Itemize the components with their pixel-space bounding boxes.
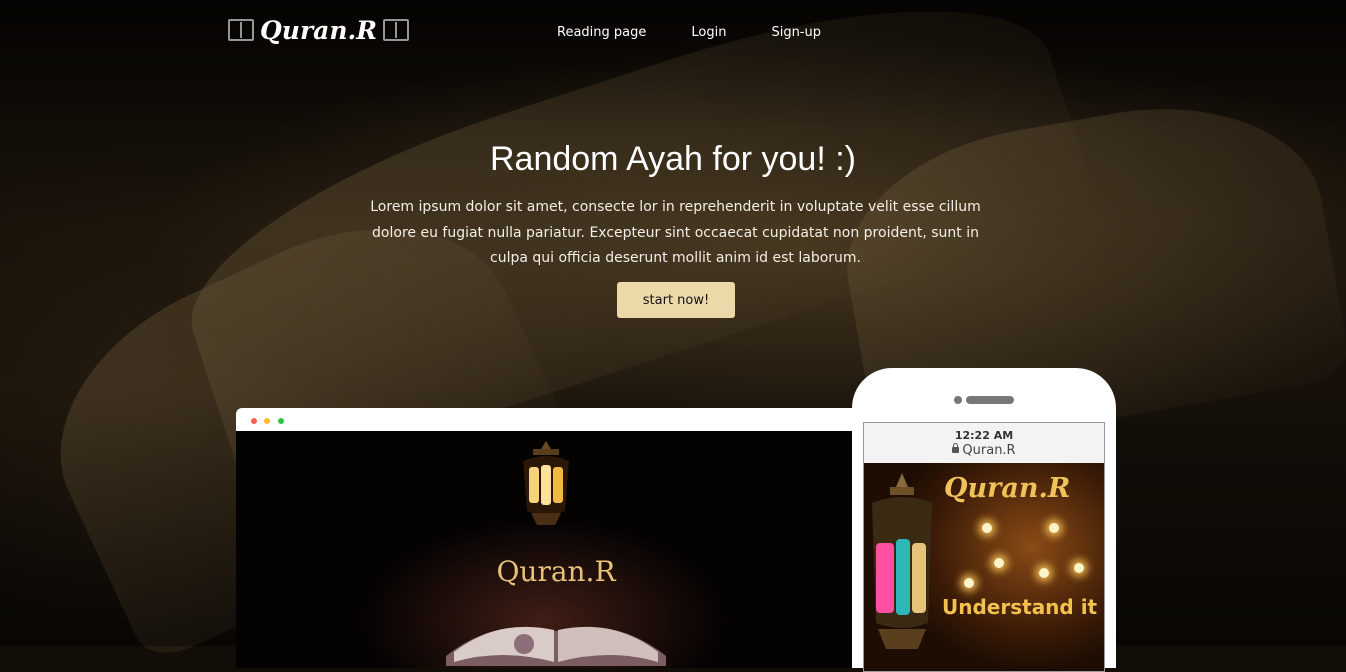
phone-hero-image: Quran.R Understand it <box>864 463 1104 671</box>
nav-links: Reading page Login Sign-up <box>557 25 866 40</box>
start-now-button[interactable]: start now! <box>617 282 735 318</box>
lantern-icon <box>523 441 569 525</box>
brand-name: Quran.R <box>260 15 377 45</box>
lock-icon <box>952 443 960 453</box>
phone-mockup: 12:22 AM Quran.R Quran.R Understand it <box>852 368 1116 672</box>
candle-light <box>1074 563 1084 573</box>
open-book-icon <box>228 19 254 41</box>
phone-url-text: Quran.R <box>962 443 1016 458</box>
open-book-icon <box>382 19 409 41</box>
candle-light <box>982 523 992 533</box>
desktop-brand-text: Quran.R <box>496 555 616 588</box>
nav-link-reading-page[interactable]: Reading page <box>557 25 646 40</box>
desktop-mockup: Quran.R <box>236 408 876 668</box>
top-navigation: Quran.R Reading page Login Sign-up <box>0 0 1346 66</box>
phone-url-bar: Quran.R <box>864 443 1104 458</box>
candle-light <box>994 558 1004 568</box>
hero-description: Lorem ipsum dolor sit amet, consecte lor… <box>370 199 981 266</box>
phone-speaker <box>966 396 1014 404</box>
phone-status-bar: 12:22 AM Quran.R <box>864 423 1104 463</box>
phone-time: 12:22 AM <box>954 429 1014 442</box>
hero-title: Random Ayah for you! :) <box>489 140 856 178</box>
candle-light <box>1049 523 1059 533</box>
nav-link-login[interactable]: Login <box>691 25 726 40</box>
phone-tagline: Understand it <box>942 595 1098 619</box>
lantern-icon <box>872 473 932 649</box>
brand-logo[interactable]: Quran.R <box>228 14 409 46</box>
window-close-dot <box>251 418 257 424</box>
open-quran-icon <box>446 626 666 666</box>
candle-light <box>964 578 974 588</box>
phone-camera <box>954 396 962 404</box>
phone-brand-text: Quran.R <box>944 473 1071 504</box>
candle-light <box>1039 568 1049 578</box>
window-maximize-dot <box>278 418 284 424</box>
nav-link-sign-up[interactable]: Sign-up <box>771 25 821 40</box>
desktop-screen: Quran.R <box>236 431 876 668</box>
phone-screen: 12:22 AM Quran.R Quran.R Understand it <box>863 422 1105 672</box>
window-minimize-dot <box>264 418 270 424</box>
browser-title-bar <box>236 408 876 431</box>
